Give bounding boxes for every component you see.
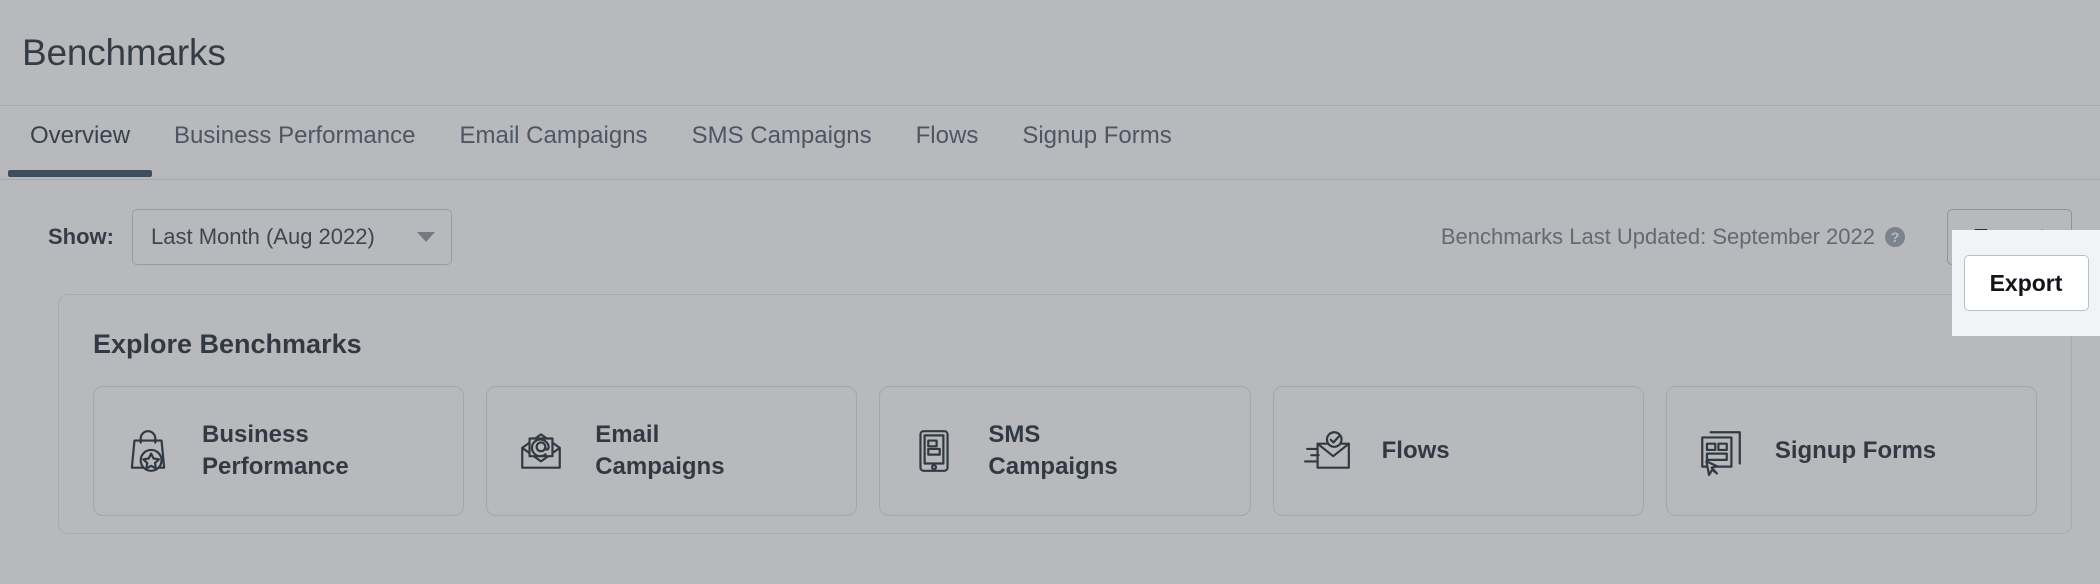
show-label: Show: — [48, 224, 114, 249]
export-button-highlighted[interactable]: Export — [1963, 255, 2089, 311]
card-label-line2: Campaigns — [988, 453, 1118, 480]
card-label: Flows — [1382, 435, 1450, 467]
card-email-campaigns[interactable]: Email Campaigns — [486, 386, 858, 516]
tab-flows[interactable]: Flows — [894, 106, 1001, 148]
export-button-spotlight: Export — [1952, 230, 2100, 336]
card-label: SMS Campaigns — [988, 419, 1117, 482]
card-label: Business Performance — [202, 419, 349, 482]
tab-label: Signup Forms — [1022, 122, 1172, 149]
card-label-line1: Email — [595, 421, 660, 449]
tab-label: Overview — [30, 122, 131, 149]
tab-label: SMS Campaigns — [691, 122, 872, 149]
envelope-check-motion-icon — [1300, 423, 1356, 479]
card-sms-campaigns[interactable]: SMS Campaigns — [879, 386, 1251, 516]
date-range-value: Last Month (Aug 2022) — [151, 224, 375, 249]
chevron-down-icon — [417, 232, 435, 242]
card-label-line1: SMS — [988, 421, 1041, 449]
card-label-line2: Campaigns — [595, 453, 725, 480]
explore-benchmarks-title: Explore Benchmarks — [93, 329, 362, 359]
mobile-phone-message-icon — [906, 423, 962, 479]
shopping-bag-star-icon — [120, 423, 176, 479]
card-label-line2: Performance — [202, 453, 349, 480]
page-title: Benchmarks — [22, 31, 226, 73]
card-label-line1: Flows — [1381, 437, 1450, 465]
tab-label: Flows — [915, 122, 979, 149]
controls-row: Show: Last Month (Aug 2022) Benchmarks L… — [0, 180, 2100, 294]
date-range-select[interactable]: Last Month (Aug 2022) — [132, 209, 452, 265]
form-window-cursor-icon — [1693, 423, 1749, 479]
card-label: Signup Forms — [1775, 435, 1936, 467]
tab-label: Email Campaigns — [459, 122, 648, 149]
card-signup-forms[interactable]: Signup Forms — [1665, 386, 2038, 516]
tab-label: Business Performance — [174, 122, 416, 149]
tab-overview[interactable]: Overview — [8, 106, 153, 177]
card-label: Email Campaigns — [595, 419, 724, 482]
benchmarks-page: Benchmarks Overview Business Performance… — [0, 0, 2100, 584]
card-label-line1: Business — [202, 421, 309, 449]
tab-email-campaigns[interactable]: Email Campaigns — [437, 106, 669, 148]
last-updated-text: Benchmarks Last Updated: September 2022 — [1440, 224, 1875, 249]
benchmark-cards-list: Business Performance Email Campaigns SMS… — [93, 386, 2038, 516]
card-business-performance[interactable]: Business Performance — [93, 386, 465, 516]
help-circle-icon[interactable]: ? — [1885, 227, 1905, 247]
explore-benchmarks-panel: Explore Benchmarks Business Performance — [58, 294, 2072, 534]
card-label-line1: Signup Forms — [1774, 437, 1937, 465]
open-envelope-at-icon — [513, 423, 569, 479]
tab-sms-campaigns[interactable]: SMS Campaigns — [670, 106, 894, 148]
page-header: Benchmarks — [0, 0, 2100, 106]
tab-business-performance[interactable]: Business Performance — [152, 106, 437, 148]
tab-bar: Overview Business Performance Email Camp… — [0, 106, 2100, 180]
card-flows[interactable]: Flows — [1272, 386, 1644, 516]
tab-signup-forms[interactable]: Signup Forms — [1000, 106, 1193, 148]
